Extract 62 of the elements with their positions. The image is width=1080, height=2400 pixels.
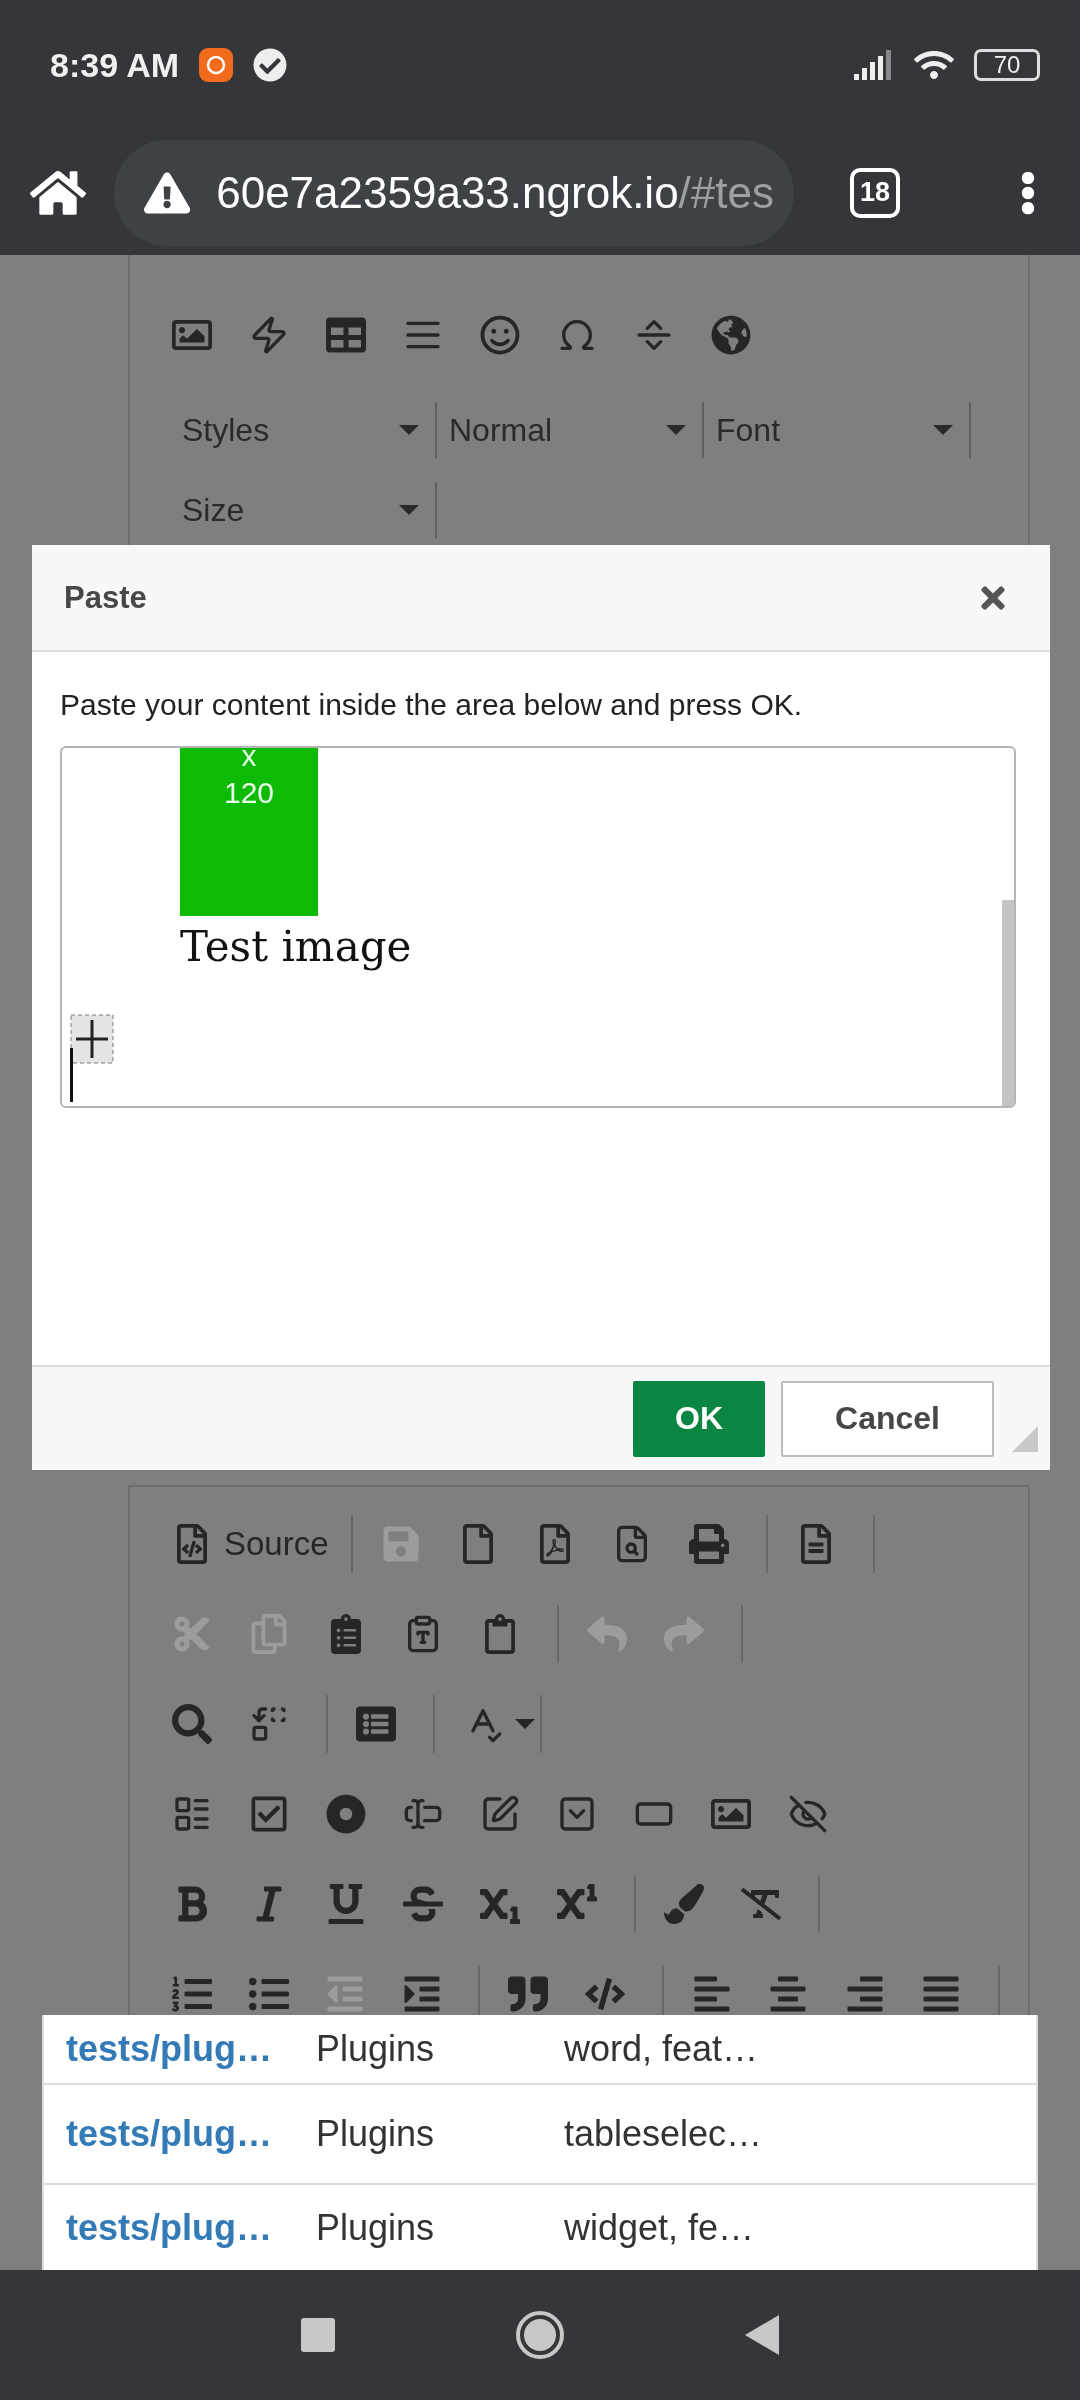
table-cell-text: Plugins — [316, 2028, 436, 2070]
source-button[interactable]: Source — [172, 1514, 351, 1574]
test-link[interactable]: tests/plug… — [66, 2028, 316, 2070]
table-cell-text: word, feat… — [564, 2028, 760, 2070]
form-icon[interactable] — [172, 1794, 212, 1834]
cancel-button[interactable]: Cancel — [781, 1380, 994, 1457]
underline-icon[interactable] — [326, 1884, 366, 1924]
test-link[interactable]: tests/plug… — [66, 2206, 316, 2249]
quote-icon[interactable] — [508, 1974, 549, 2014]
back-icon[interactable] — [745, 2315, 779, 2355]
paintbrush-icon[interactable] — [664, 1884, 704, 1924]
table-cell-text: widget, fe… — [564, 2206, 756, 2249]
format-dropdown[interactable]: Size — [170, 482, 437, 538]
check-icon — [253, 48, 288, 82]
numbered-list-icon[interactable] — [172, 1974, 212, 2014]
checkbox-icon[interactable] — [249, 1794, 289, 1834]
caret-icon — [666, 425, 686, 435]
paste-area[interactable]: x 120 Test image — [60, 746, 1016, 1108]
resize-grip-icon[interactable] — [1012, 1426, 1038, 1452]
test-link[interactable]: tests/plug… — [66, 2113, 316, 2155]
app-notification-icon — [199, 48, 234, 82]
table-cell-text: Plugins — [316, 2206, 436, 2249]
url-text: 60e7a2359a33.ngrok.io/#tes — [216, 167, 774, 218]
align-justify-icon[interactable] — [921, 1974, 962, 2014]
dialog-title: Paste — [64, 579, 147, 616]
format-dropdown[interactable]: Normal — [437, 402, 704, 458]
strikethrough-icon[interactable] — [403, 1884, 443, 1924]
table-cell-text: tableselec… — [564, 2113, 764, 2155]
scrollbar[interactable] — [1002, 900, 1014, 1106]
instruction-text: Paste your content inside the area below and press OK. — [60, 688, 804, 722]
globe-icon[interactable] — [711, 315, 751, 355]
home-button-icon[interactable] — [515, 2310, 565, 2360]
ok-button[interactable]: OK — [633, 1380, 766, 1457]
hidden-field-icon[interactable] — [788, 1794, 828, 1834]
radio-icon[interactable] — [326, 1794, 366, 1834]
print-icon[interactable] — [688, 1524, 729, 1564]
table-icon[interactable] — [326, 315, 366, 355]
smiley-icon[interactable] — [480, 315, 520, 355]
text-cursor — [70, 1048, 73, 1102]
image-label: x — [241, 744, 257, 768]
select-all-icon[interactable] — [356, 1704, 396, 1744]
table-handle-icon[interactable] — [70, 1014, 114, 1064]
signal-icon — [854, 50, 894, 80]
image-label: 120 — [223, 775, 275, 811]
caret-icon — [515, 1719, 535, 1729]
table-cell-text: Plugins — [316, 2113, 436, 2155]
search-icon[interactable] — [172, 1704, 212, 1744]
caret-icon — [933, 425, 953, 435]
tab-count[interactable]: 18 — [850, 167, 900, 218]
replace-icon[interactable] — [249, 1704, 289, 1744]
select-field-icon[interactable] — [557, 1794, 597, 1834]
align-center-icon[interactable] — [768, 1974, 809, 2014]
caret-icon — [399, 425, 419, 435]
flash-icon[interactable] — [249, 315, 289, 355]
format-dropdown[interactable]: Styles — [170, 402, 437, 458]
address-bar[interactable]: 60e7a2359a33.ngrok.io/#tes — [114, 139, 794, 246]
format-dropdown[interactable]: Font — [704, 402, 971, 458]
caret-icon — [399, 505, 419, 515]
battery-indicator: 70 — [974, 49, 1040, 81]
textarea-icon[interactable] — [480, 1794, 520, 1834]
image-caption: Test image — [180, 922, 413, 971]
clock-time: 8:39 AM — [50, 45, 180, 85]
